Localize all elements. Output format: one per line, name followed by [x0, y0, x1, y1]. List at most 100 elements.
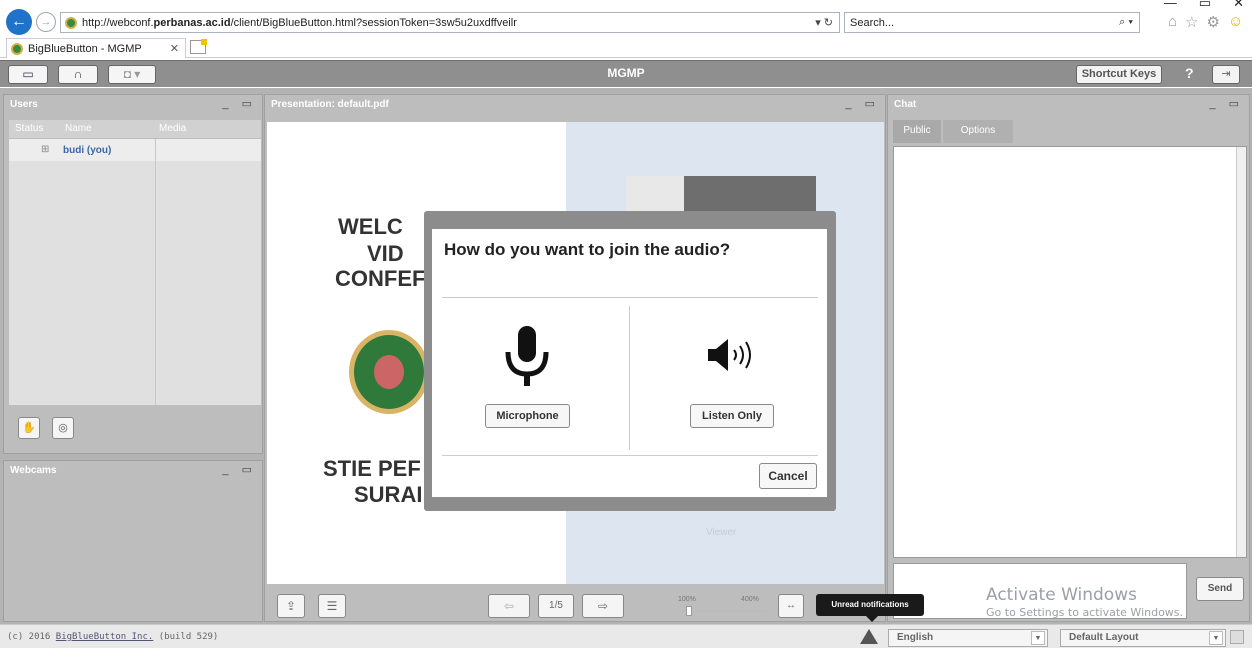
restore-icon[interactable]: ▭	[1199, 0, 1211, 8]
tab-options[interactable]: Options	[943, 120, 1013, 143]
col-name: Name	[65, 123, 92, 134]
page-indicator[interactable]: 1/5	[538, 594, 574, 618]
zoom-max-label: 400%	[741, 596, 759, 603]
favorites-star-icon[interactable]: ☆	[1185, 13, 1198, 31]
slide-text-line: CONFEF	[335, 266, 426, 291]
back-button[interactable]: ←	[6, 9, 32, 35]
copyright-suffix: (build 529)	[153, 632, 219, 642]
url-prefix: http://webconf.	[82, 16, 154, 29]
address-row: ← → http://webconf. perbanas.ac.id/client…	[0, 9, 1252, 35]
help-button[interactable]: ?	[1185, 65, 1194, 81]
smiley-feedback-icon[interactable]: ☺	[1228, 13, 1243, 31]
notification-warning-icon[interactable]	[860, 629, 878, 644]
next-slide-button[interactable]: ⇨	[582, 594, 624, 618]
user-settings-button[interactable]: ◎	[52, 417, 74, 439]
settings-gear-icon[interactable]: ⚙	[1207, 13, 1220, 31]
users-list: ⊞ budi (you)	[9, 139, 261, 405]
audio-dialog-title: How do you want to join the audio?	[444, 240, 731, 259]
prev-slide-button[interactable]: ⇦	[488, 594, 530, 618]
layout-value: Default Layout	[1069, 632, 1139, 643]
column-divider	[155, 139, 156, 405]
listen-only-button[interactable]: Listen Only	[690, 404, 774, 428]
search-placeholder: Search...	[850, 17, 895, 29]
chevron-down-icon: ▼	[1031, 631, 1045, 645]
address-bar[interactable]: http://webconf. perbanas.ac.id/client/Big…	[60, 12, 840, 33]
panel-window-controls[interactable]: _ ▭	[845, 97, 880, 110]
logout-icon: ⇥	[1221, 68, 1231, 80]
poll-icon: ☰	[326, 599, 338, 613]
microphone-button[interactable]: Microphone	[485, 404, 570, 428]
user-name: budi (you)	[63, 145, 112, 156]
browser-toolbar-icons: ⌂ ☆ ⚙ ☺	[1168, 13, 1243, 31]
viewer-label: Viewer	[706, 527, 737, 538]
speaker-icon[interactable]	[706, 338, 758, 372]
users-table-header: Status Name Media	[9, 120, 261, 138]
forward-button[interactable]: →	[36, 12, 56, 32]
send-button[interactable]: Send	[1196, 577, 1244, 601]
panel-window-controls[interactable]: _ ▭	[1209, 97, 1244, 110]
zoom-slider-thumb[interactable]	[686, 606, 692, 616]
app-title: MGMP	[607, 66, 645, 80]
browser-search-input[interactable]: Search... ⌕ ▾	[844, 12, 1140, 33]
close-icon[interactable]: ✕	[1233, 0, 1244, 8]
copyright-text: (c) 2016 BigBlueButton Inc. (build 529)	[7, 632, 218, 642]
site-favicon-icon	[65, 16, 77, 29]
url-domain: perbanas.ac.id	[153, 16, 231, 29]
slide-text-line: STIE PEF	[323, 456, 421, 481]
tab-favicon-icon	[11, 42, 23, 55]
presenter-icon: ⊞	[41, 144, 50, 155]
slide-thumbnail-left	[626, 176, 684, 214]
minimize-icon[interactable]: —	[1164, 0, 1177, 8]
zoom-slider[interactable]	[680, 610, 766, 612]
hand-icon: ✋	[22, 422, 36, 434]
dialog-divider	[629, 306, 630, 450]
language-select[interactable]: English ▼	[888, 629, 1048, 647]
chevron-down-icon: ▼	[1209, 631, 1223, 645]
browser-tab-strip: BigBlueButton - MGMP ✕	[0, 36, 1252, 58]
copyright-prefix: (c) 2016	[7, 632, 56, 642]
app-toolbar: ▭ ∩ ◘ ▾ MGMP Shortcut Keys ? ⇥	[0, 60, 1252, 87]
home-icon[interactable]: ⌂	[1168, 13, 1177, 31]
upload-presentation-button[interactable]: ⇪	[277, 594, 305, 618]
panel-window-controls[interactable]: _ ▭	[222, 463, 257, 476]
tab-close-icon[interactable]: ✕	[170, 42, 179, 55]
tab-title: BigBlueButton - MGMP	[28, 42, 142, 55]
refresh-icon[interactable]: ▾ ↻	[815, 16, 833, 29]
chat-title: Chat	[894, 99, 917, 110]
webcams-panel-title: Webcams	[10, 465, 57, 476]
col-media: Media	[159, 123, 187, 134]
presentation-title: Presentation: default.pdf	[271, 99, 389, 110]
search-icon[interactable]: ⌕ ▾	[1119, 16, 1133, 29]
chat-scrollbar[interactable]	[1236, 147, 1246, 557]
arrow-left-icon: ⇦	[503, 599, 515, 613]
panel-window-controls[interactable]: _ ▭	[222, 97, 257, 110]
zoom-min-label: 100%	[678, 596, 696, 603]
school-logo	[349, 330, 429, 414]
tab-public[interactable]: Public	[893, 120, 941, 143]
raise-hand-button[interactable]: ✋	[18, 417, 40, 439]
slide-text-line: WELC	[338, 214, 403, 239]
copyright-link[interactable]: BigBlueButton Inc.	[56, 632, 154, 642]
cancel-button[interactable]: Cancel	[759, 463, 817, 489]
browser-tab[interactable]: BigBlueButton - MGMP ✕	[6, 38, 186, 58]
chat-messages[interactable]	[893, 146, 1247, 558]
notification-tooltip: Unread notifications	[816, 594, 924, 622]
shortcut-keys-button[interactable]: Shortcut Keys	[1076, 65, 1162, 84]
layout-select[interactable]: Default Layout ▼	[1060, 629, 1226, 647]
new-tab-icon[interactable]	[190, 39, 207, 54]
poll-button[interactable]: ☰	[318, 594, 346, 618]
language-value: English	[897, 632, 934, 643]
microphone-icon[interactable]	[503, 326, 551, 392]
window-controls: — ▭ ✕	[1164, 0, 1244, 8]
slide-text-line: SURAI	[354, 482, 423, 507]
apply-layout-icon[interactable]	[1230, 630, 1244, 644]
webcams-panel: Webcams _ ▭	[3, 460, 263, 622]
fit-width-button[interactable]: ↔	[778, 594, 804, 618]
logout-button[interactable]: ⇥	[1212, 65, 1240, 84]
url-path: /client/BigBlueButton.html?sessionToken=…	[230, 16, 517, 29]
settings-icon: ◎	[58, 422, 68, 434]
list-item[interactable]: ⊞ budi (you)	[9, 139, 261, 161]
dialog-divider	[442, 297, 818, 298]
activate-windows-title: Activate Windows	[986, 585, 1137, 605]
activate-windows-subtitle: Go to Settings to activate Windows.	[986, 606, 1184, 619]
